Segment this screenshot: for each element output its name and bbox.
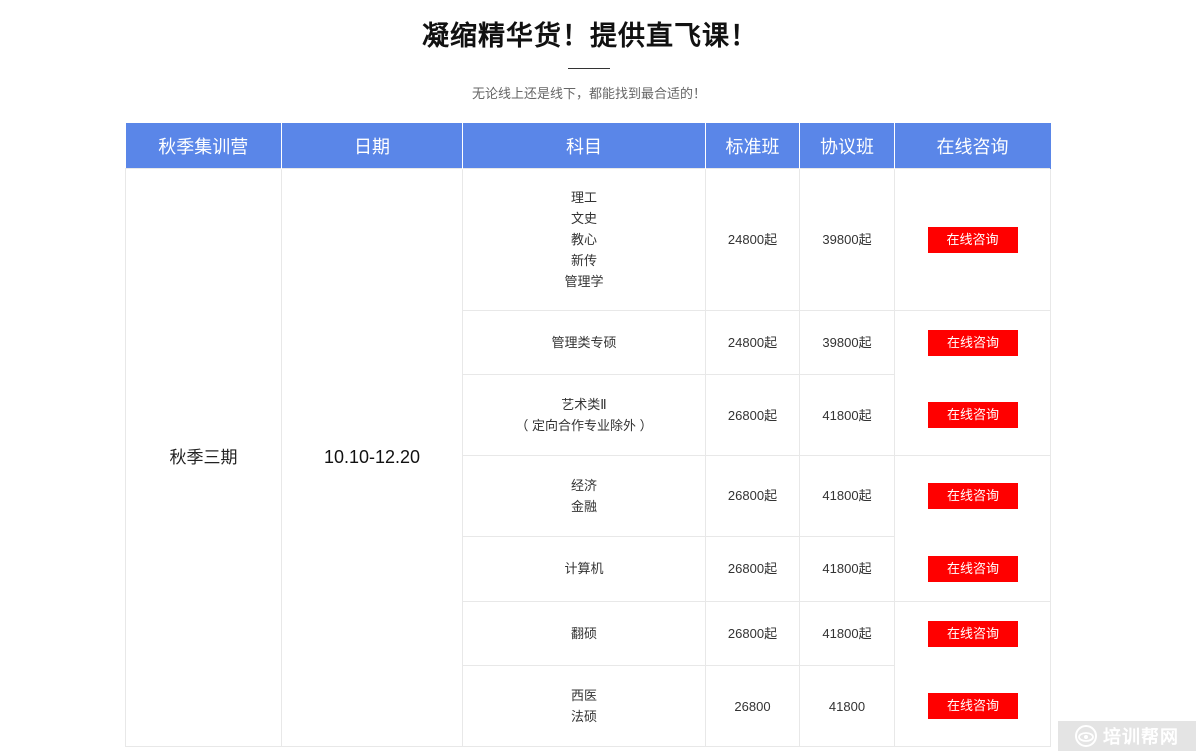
subject-cell: 西医 法硕 [462,665,706,747]
subject-cell: 经济 金融 [462,455,706,537]
subject-cell: 计算机 [462,535,706,603]
standard-price: 26800 [705,665,800,747]
page-subtitle: 无论线上还是线下，都能找到最合适的！ [471,86,706,101]
column-header-camp: 秋季集训营 [125,123,282,169]
watermark: 培训帮网 [1058,721,1196,751]
consult-cell: 在线咨询 在线咨询 [894,601,1051,747]
subject-line: 管理学 [564,274,604,289]
agreement-price: 41800起 [799,600,895,667]
table-header-row: 秋季集训营 日期 科目 标准班 协议班 在线咨询 [125,123,1051,169]
schedule-table: 秋季集训营 日期 科目 标准班 协议班 在线咨询 秋季三期 10.10-12.20… [125,123,1051,747]
column-header-standard: 标准班 [705,123,800,169]
consult-button[interactable]: 在线咨询 [927,226,1018,253]
subject-line: 金融 [570,498,597,514]
subject-line: 西医 [570,688,597,704]
subject-line: 新传 [570,253,597,268]
subject-line: 理工 [570,190,597,205]
subject-line: 教心 [570,232,597,247]
standard-price: 26800起 [705,374,800,456]
subject-line: 经济 [570,477,597,493]
agreement-price: 39800起 [799,168,895,311]
agreement-price: 41800起 [799,535,895,603]
subject-line: （ 定向合作专业除外 ） [515,418,653,434]
subject-cell: 理工文史教心新传管理学 [462,168,706,311]
standard-price: 26800起 [705,455,800,537]
subject-line: 计算机 [564,561,604,577]
agreement-price: 41800 [799,665,895,747]
consult-button[interactable]: 在线咨询 [928,693,1018,719]
subject-cell: 翻硕 [462,600,706,667]
subject-line: 文史 [570,211,597,226]
camp-cell: 秋季三期 [125,168,282,747]
subject-line: 艺术类Ⅱ [561,397,607,413]
agreement-price: 41800起 [799,455,895,537]
table-row: 秋季三期 10.10-12.20 理工 文史 教心 新传 管理学 24800起 39800起 在线… [125,168,1051,747]
agreement-price: 39800起 [799,309,895,376]
page-title: 凝缩精华货！提供直飞课！ [422,21,758,51]
subject-line: 管理类专硕 [551,335,617,351]
title-divider [568,68,610,69]
agreement-price: 41800起 [799,374,895,456]
standard-price: 26800起 [705,535,800,603]
subject-line: 翻硕 [570,626,597,642]
consult-cell: 在线咨询 [894,168,1051,311]
standard-price: 26800起 [705,600,800,667]
column-header-consult: 在线咨询 [894,123,1051,169]
subject-cell: 管理类专硕 [462,309,706,376]
consult-button[interactable]: 在线咨询 [928,402,1018,428]
standard-price: 24800起 [705,309,800,376]
consult-button[interactable]: 在线咨询 [928,330,1018,356]
consult-button[interactable]: 在线咨询 [928,621,1018,647]
consult-cell: 在线咨询 在线咨询 [894,310,1051,456]
column-header-subject: 科目 [462,123,706,169]
consult-button[interactable]: 在线咨询 [928,555,1018,582]
watermark-text: 培训帮网 [1103,727,1179,747]
subject-line: 法硕 [570,709,597,725]
standard-price: 24800起 [705,168,800,311]
consult-button[interactable]: 在线咨询 [928,483,1018,509]
column-header-date: 日期 [281,123,463,169]
date-cell: 10.10-12.20 [281,168,463,747]
column-header-agreement: 协议班 [799,123,895,169]
subject-cell: 艺术类Ⅱ （ 定向合作专业除外 ） [462,374,706,456]
eye-logo-icon [1075,725,1097,747]
consult-cell: 在线咨询 在线咨询 [894,455,1051,602]
